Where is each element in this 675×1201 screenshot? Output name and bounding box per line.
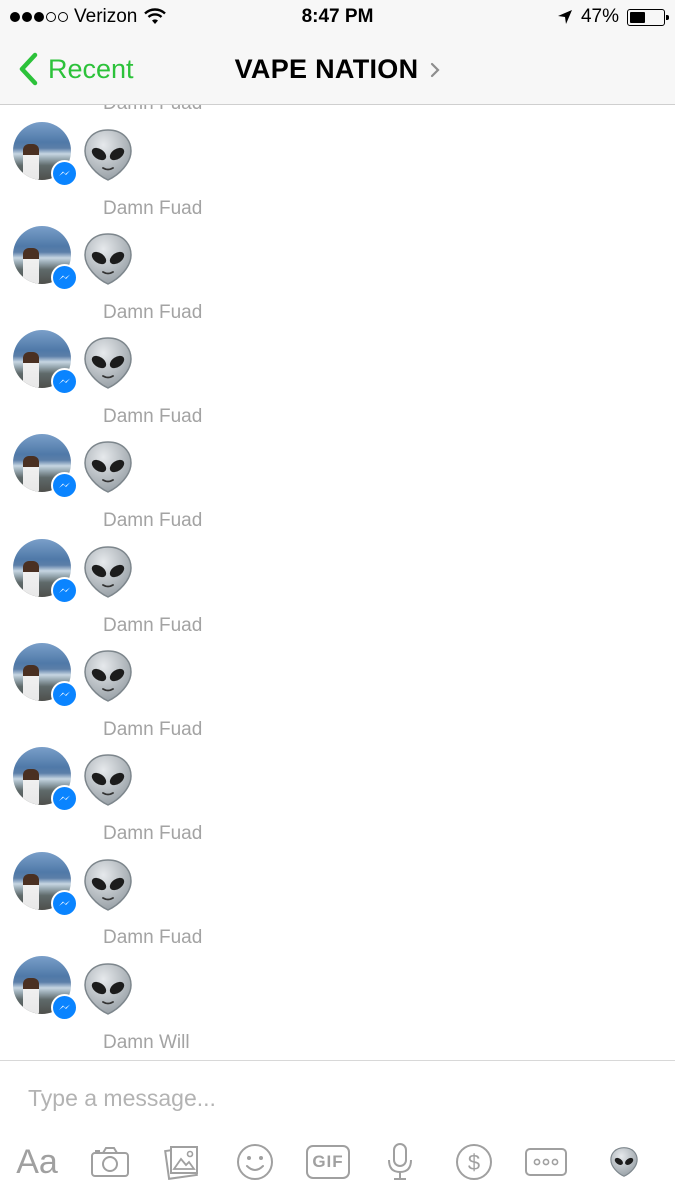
- alien-emoji-icon: [84, 650, 132, 702]
- alien-emoji-icon: [84, 337, 132, 389]
- avatar[interactable]: [13, 539, 78, 604]
- payment-icon[interactable]: $: [452, 1139, 496, 1185]
- avatar[interactable]: [13, 852, 78, 917]
- alien-icon[interactable]: [602, 1139, 646, 1185]
- avatar[interactable]: [13, 747, 78, 812]
- text-format-icon[interactable]: Aa: [12, 1139, 62, 1185]
- sender-name: Damn Fuad: [103, 510, 203, 531]
- emoji-icon[interactable]: [233, 1139, 277, 1185]
- messenger-badge-icon: [51, 472, 78, 499]
- sender-name: Damn Fuad: [103, 198, 203, 219]
- composer-toolbar: Aa GIF $: [0, 1139, 675, 1189]
- alien-emoji-icon: [84, 129, 132, 181]
- sender-name: Damn Fuad: [103, 719, 203, 740]
- avatar[interactable]: [13, 956, 78, 1021]
- gif-label: GIF: [312, 1152, 344, 1171]
- status-bar: Verizon 8:47 PM 47%: [0, 0, 675, 34]
- sender-name: Damn Fuad: [103, 302, 203, 323]
- avatar[interactable]: [13, 122, 78, 187]
- conversation-title[interactable]: VAPE NATION: [235, 54, 441, 85]
- sender-name: Damn Fuad: [103, 823, 203, 844]
- text-format-label: Aa: [16, 1142, 58, 1181]
- messenger-badge-icon: [51, 681, 78, 708]
- messenger-badge-icon: [51, 368, 78, 395]
- location-arrow-icon: [557, 10, 572, 24]
- conversation-title-label: VAPE NATION: [234, 54, 419, 84]
- photo-gallery-icon[interactable]: [160, 1139, 204, 1185]
- avatar[interactable]: [13, 226, 78, 291]
- avatar[interactable]: [13, 643, 78, 708]
- messenger-badge-icon: [51, 890, 78, 917]
- alien-emoji-icon: [84, 546, 132, 598]
- alien-emoji-icon: [84, 441, 132, 493]
- sender-name: Damn Fuad: [103, 615, 203, 636]
- avatar[interactable]: [13, 330, 78, 395]
- alien-emoji-icon: [84, 859, 132, 911]
- microphone-icon[interactable]: [380, 1139, 420, 1185]
- sender-name: Damn Fuad: [103, 406, 203, 427]
- gif-icon[interactable]: GIF: [303, 1139, 353, 1185]
- message-list[interactable]: Damn Fuad Damn Fuad Damn Fuad Damn Fuad …: [0, 105, 675, 1060]
- messenger-badge-icon: [51, 160, 78, 187]
- camera-icon[interactable]: [88, 1139, 132, 1185]
- messenger-badge-icon: [51, 994, 78, 1021]
- svg-text:$: $: [468, 1150, 480, 1175]
- alien-emoji-icon: [84, 233, 132, 285]
- alien-emoji-icon: [84, 754, 132, 806]
- messenger-badge-icon: [51, 577, 78, 604]
- alien-emoji-icon: [84, 963, 132, 1015]
- sender-name: Damn Fuad: [103, 927, 203, 948]
- sender-name-partial: Damn Fuad: [103, 105, 202, 115]
- messenger-badge-icon: [51, 785, 78, 812]
- nav-bar: Recent VAPE NATION: [0, 34, 675, 105]
- message-input[interactable]: [26, 1079, 630, 1117]
- messenger-badge-icon: [51, 264, 78, 291]
- battery-percent: 47%: [580, 6, 619, 27]
- composer: Aa GIF $: [0, 1060, 675, 1201]
- chevron-right-icon: [431, 62, 440, 77]
- more-icon[interactable]: [522, 1139, 570, 1185]
- battery-icon: [627, 8, 669, 26]
- sender-name: Damn Will: [103, 1032, 190, 1053]
- avatar[interactable]: [13, 434, 78, 499]
